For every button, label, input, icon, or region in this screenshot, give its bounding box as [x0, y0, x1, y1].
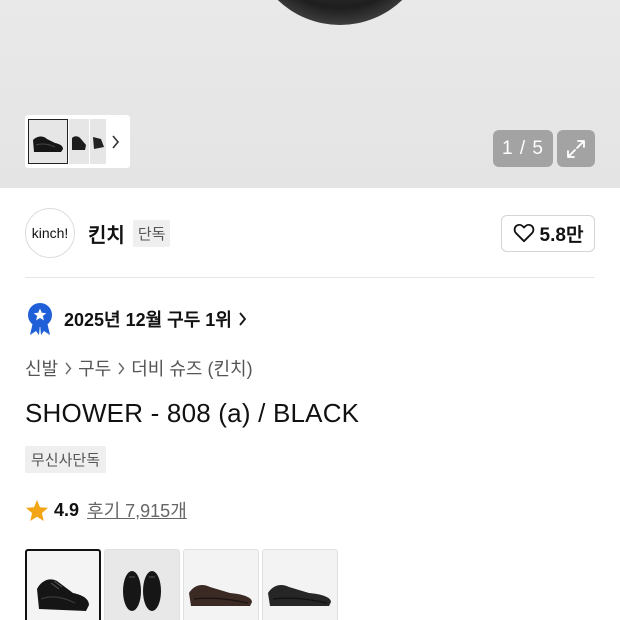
- review-link[interactable]: 후기 7,915개: [87, 497, 187, 523]
- product-main-image: [250, 0, 430, 25]
- breadcrumb-item[interactable]: 더비 슈즈 (킨치): [131, 355, 252, 381]
- breadcrumb: 신발 구두 더비 슈즈 (킨치): [25, 355, 253, 381]
- black-suede-derby-option[interactable]: [262, 549, 338, 620]
- ranking-text: 2025년 12월 구두 1위: [64, 310, 232, 330]
- expand-icon: [567, 139, 585, 158]
- thumbnail-strip[interactable]: [25, 115, 130, 168]
- divider: [25, 277, 595, 278]
- star-icon: [26, 499, 48, 521]
- thumbnail-1[interactable]: [28, 119, 68, 164]
- breadcrumb-item[interactable]: 신발: [25, 355, 58, 381]
- ranking-link[interactable]: 2025년 12월 구두 1위: [25, 302, 247, 336]
- thumbnail-2[interactable]: [69, 119, 89, 164]
- product-image-gallery[interactable]: 1 / 5: [0, 0, 620, 188]
- chevron-right-icon[interactable]: [106, 134, 124, 149]
- black-pair-front-option[interactable]: [104, 549, 180, 620]
- chevron-right-icon: [239, 312, 247, 326]
- brand-name[interactable]: 킨치: [88, 219, 125, 248]
- thumbnail-3[interactable]: [90, 119, 106, 164]
- chevron-right-icon: [117, 362, 125, 375]
- ranking-badge-icon: [28, 303, 52, 335]
- like-button[interactable]: 5.8만: [501, 214, 595, 252]
- rating-score: 4.9: [54, 499, 80, 520]
- breadcrumb-item[interactable]: 구두: [78, 355, 111, 381]
- heart-icon: [513, 223, 534, 243]
- like-count: 5.8만: [539, 224, 584, 246]
- exclusive-badge: 단독: [132, 219, 171, 247]
- exclusive-tag: 무신사단독: [25, 446, 107, 473]
- brand-row: kinch! 킨치 단독 5.8만: [25, 208, 595, 258]
- image-counter: 1 / 5: [493, 130, 553, 167]
- black-derby-shoe-option[interactable]: [25, 549, 101, 620]
- chevron-right-icon: [64, 362, 72, 375]
- product-title: SHOWER - 808 (a) / BLACK: [25, 398, 360, 428]
- color-options: [25, 549, 341, 620]
- rating-row: 4.9 후기 7,915개: [25, 496, 187, 524]
- brand-logo[interactable]: kinch!: [25, 208, 75, 258]
- brown-derby-shoe-option[interactable]: [183, 549, 259, 620]
- expand-button[interactable]: [557, 130, 595, 167]
